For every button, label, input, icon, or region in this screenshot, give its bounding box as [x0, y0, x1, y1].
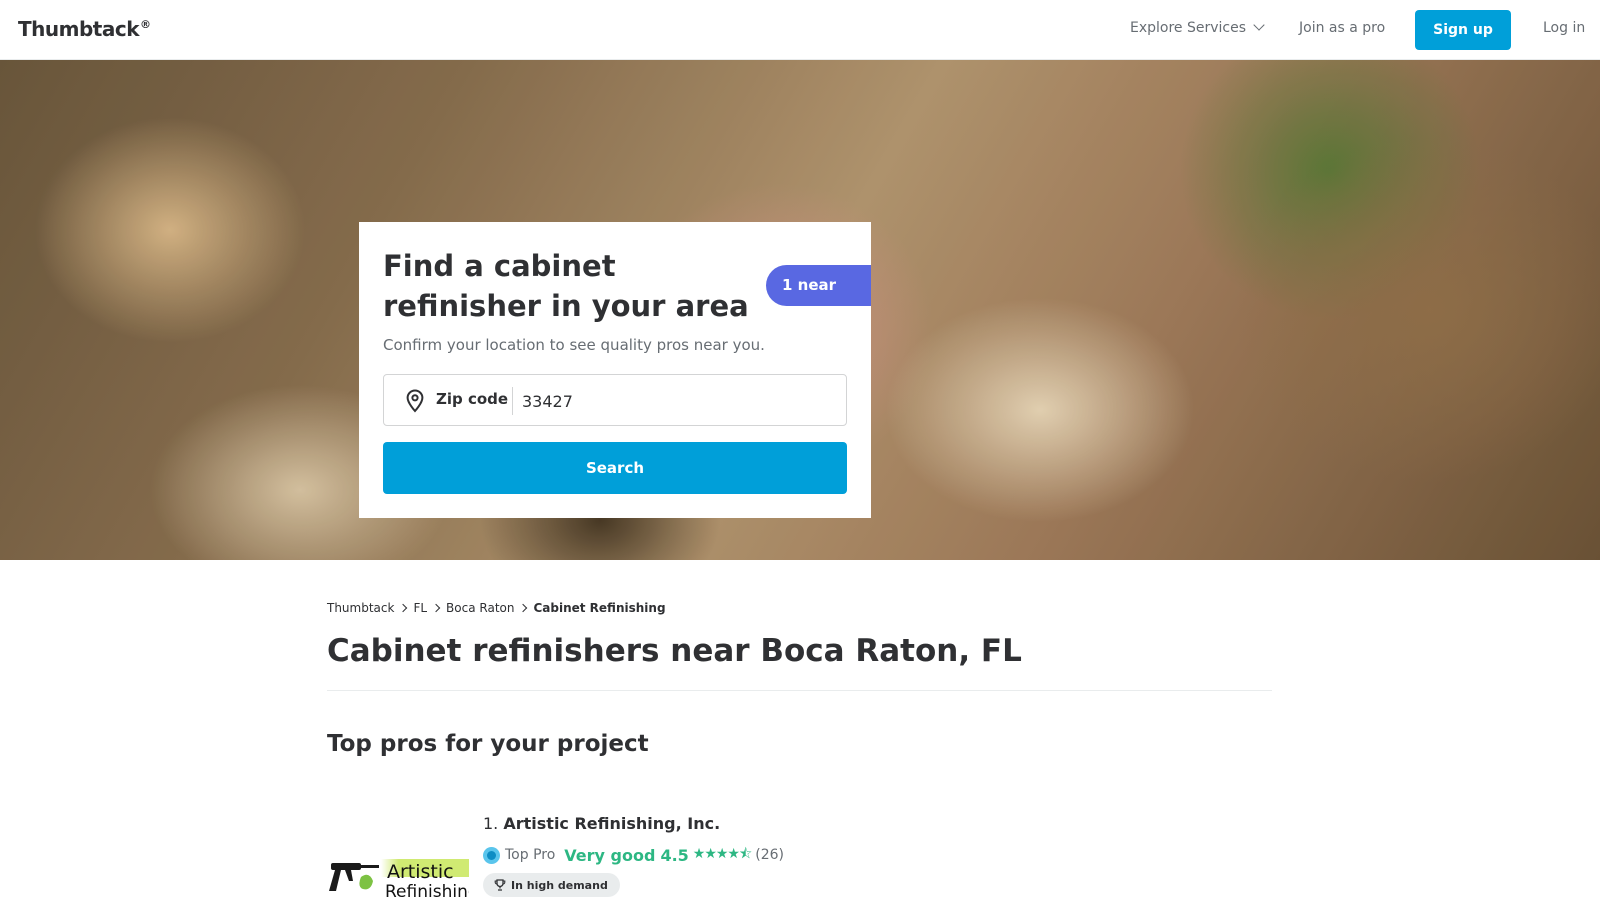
thumbtack-logo[interactable]: Thumbtack® [18, 17, 151, 41]
pro-name-text: Artistic Refinishing, Inc. [503, 814, 721, 833]
chevron-down-icon [1253, 19, 1265, 31]
high-demand-label: In high demand [511, 878, 608, 892]
divider [327, 690, 1272, 691]
logo-word-refinishing: Refinishing [385, 882, 469, 900]
pro-logo[interactable]: Artistic Refinishing [327, 853, 469, 900]
breadcrumb-boca-raton[interactable]: Boca Raton [446, 601, 514, 615]
search-button[interactable]: Search [383, 442, 847, 494]
rating-score: 4.5 [660, 845, 689, 865]
chevron-right-icon [519, 603, 528, 613]
zip-code-field[interactable]: Zip code [383, 374, 847, 426]
logo-mark: ® [140, 18, 151, 32]
logo-text: Thumbtack [18, 17, 140, 41]
top-navigation: Thumbtack® Explore Services Join as a pr… [0, 0, 1600, 60]
explore-services-menu[interactable]: Explore Services [1130, 19, 1265, 36]
section-title: Top pros for your project [327, 731, 649, 757]
review-count[interactable]: (26) [755, 847, 784, 863]
chevron-right-icon [431, 603, 441, 613]
location-pin-icon [406, 389, 424, 413]
zip-divider [512, 387, 513, 415]
trophy-icon [494, 879, 506, 891]
zip-code-label: Zip code [436, 390, 509, 408]
near-you-badge: 1 near you [766, 265, 871, 335]
breadcrumb-thumbtack[interactable]: Thumbtack [327, 601, 394, 615]
sign-up-button[interactable]: Sign up [1415, 10, 1511, 50]
page-title: Cabinet refinishers near Boca Raton, FL [327, 633, 1022, 669]
breadcrumb-cabinet-refinishing: Cabinet Refinishing [533, 601, 666, 615]
explore-services-label: Explore Services [1130, 20, 1247, 36]
join-as-pro-link[interactable]: Join as a pro [1299, 20, 1385, 36]
log-in-link[interactable]: Log in [1543, 20, 1585, 36]
high-demand-badge: In high demand [483, 873, 620, 897]
chevron-right-icon [399, 603, 408, 613]
hero-subtitle: Confirm your location to see quality pro… [383, 336, 765, 354]
breadcrumb-fl[interactable]: FL [413, 601, 427, 615]
top-pro-label: Top Pro [505, 847, 556, 863]
pro-name[interactable]: 1. Artistic Refinishing, Inc. [483, 814, 720, 833]
star-rating: ★★★★⯪ [692, 846, 752, 862]
logo-word-artistic: Artistic [387, 861, 454, 883]
zip-code-input[interactable] [522, 385, 822, 417]
hero-title: Find a cabinet refinisher in your area [383, 249, 749, 323]
top-pro-badge-icon [483, 846, 500, 864]
rating-row: Top Pro Very good 4.5 ★★★★⯪ (26) [483, 843, 784, 867]
breadcrumb: Thumbtack FL Boca Raton Cabinet Refinish… [327, 601, 666, 615]
search-card: Find a cabinet refinisher in your area 1… [359, 222, 871, 518]
rating-word: Very good [564, 845, 656, 865]
pro-rank: 1. [483, 814, 499, 833]
hero-banner: Find a cabinet refinisher in your area 1… [0, 60, 1600, 560]
spray-gun-icon [329, 863, 379, 891]
